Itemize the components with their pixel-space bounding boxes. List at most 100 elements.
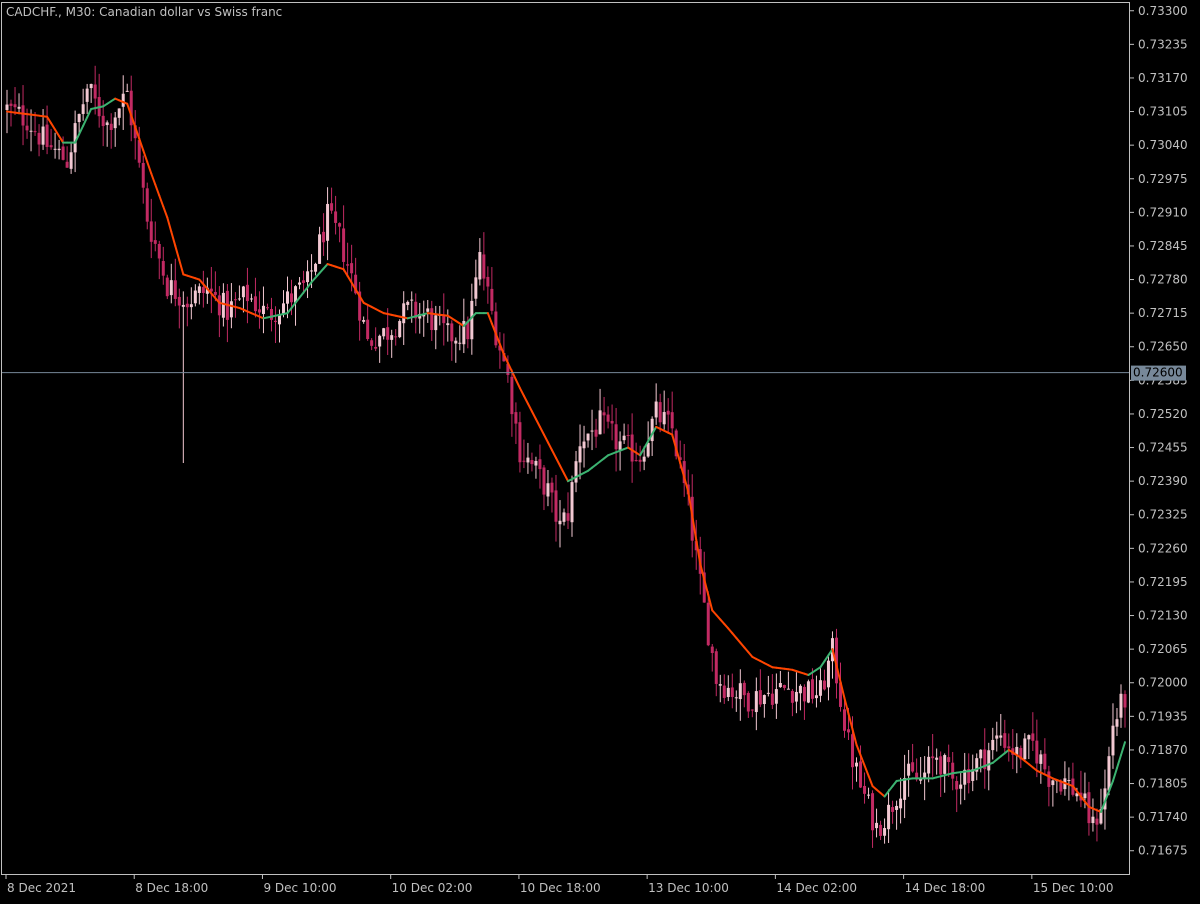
price-tick-label: 0.73235 — [1138, 37, 1188, 51]
candle-body — [814, 695, 818, 699]
chart-header: CADCHF., M30: Canadian dollar vs Swiss f… — [6, 5, 282, 19]
candle-body — [979, 749, 983, 759]
candle-body — [574, 461, 578, 483]
candle-body — [911, 762, 915, 772]
candle-body — [658, 402, 662, 423]
candle-body — [859, 761, 863, 788]
candle-body — [891, 807, 895, 812]
candle-body — [738, 683, 742, 700]
candle-body — [786, 688, 790, 690]
candle-body — [37, 132, 41, 145]
candle-body — [710, 646, 714, 654]
candle-body — [17, 106, 21, 109]
candle-body — [790, 690, 794, 703]
candle-body — [730, 687, 734, 697]
candle-body — [534, 460, 538, 466]
time-tick-label: 10 Dec 18:00 — [520, 881, 601, 895]
candle-body — [851, 734, 855, 768]
candle-body — [101, 115, 105, 127]
price-tick-label: 0.72065 — [1138, 642, 1188, 656]
candle-body — [21, 105, 25, 126]
candle-body — [125, 90, 129, 92]
candle-body — [995, 735, 999, 739]
header-colon: : — [91, 5, 99, 19]
candle-body — [233, 299, 237, 301]
price-tick-label: 0.72845 — [1138, 239, 1188, 253]
candle-body — [1023, 738, 1027, 760]
candle-body — [173, 280, 177, 299]
candle — [165, 274, 169, 300]
candle-body — [245, 284, 249, 302]
candle-body — [157, 243, 161, 259]
candle-body — [169, 280, 173, 296]
price-tick-label: 0.73170 — [1138, 71, 1188, 85]
candle-body — [522, 460, 526, 462]
candle-body — [530, 460, 534, 465]
candle-body — [57, 148, 61, 151]
chart-canvas[interactable]: 0.73300 0.73235 0.73170 0.73105 0.73040 0.729… — [0, 0, 1200, 900]
symbol-description: Canadian dollar vs Swiss franc — [99, 5, 282, 19]
candle-body — [302, 280, 306, 283]
candle-body — [394, 336, 398, 338]
candle-body — [1035, 740, 1039, 764]
candle-body — [25, 125, 29, 131]
candle-body — [326, 203, 330, 241]
candle-body — [546, 483, 550, 497]
candle-body — [446, 323, 450, 326]
candle-body — [390, 335, 394, 340]
candle-body — [378, 335, 382, 347]
candle-body — [374, 346, 378, 349]
candle-body — [470, 300, 474, 340]
candle-body — [338, 223, 342, 227]
price-tick-label: 0.72520 — [1138, 407, 1188, 421]
candle-body — [221, 292, 225, 318]
candle-body — [762, 695, 766, 705]
time-tick-label: 14 Dec 18:00 — [905, 881, 986, 895]
price-tick-label: 0.72390 — [1138, 474, 1188, 488]
candle-body — [61, 146, 65, 160]
candle-body — [614, 424, 618, 450]
price-tick-label: 0.72130 — [1138, 609, 1188, 623]
candle-body — [249, 298, 253, 300]
candle-body — [879, 824, 883, 836]
candle-body — [49, 145, 53, 148]
candle-body — [314, 263, 318, 272]
candle-body — [29, 130, 33, 132]
candle-body — [714, 651, 718, 684]
candle-body — [5, 104, 9, 110]
candle-body — [362, 320, 366, 322]
price-tick-label: 0.72650 — [1138, 340, 1188, 354]
candle-body — [818, 680, 822, 696]
candle-body — [45, 124, 49, 147]
price-chart[interactable]: 0.73300 0.73235 0.73170 0.73105 0.73040 0.729… — [0, 0, 1200, 900]
price-tick-label: 0.71870 — [1138, 743, 1188, 757]
time-tick-label: 15 Dec 10:00 — [1033, 881, 1114, 895]
price-tick-label: 0.72975 — [1138, 172, 1188, 186]
candle-body — [165, 277, 169, 297]
candle-body — [65, 161, 69, 168]
candle-body — [883, 828, 887, 836]
price-tick-label: 0.72455 — [1138, 441, 1188, 455]
candle-body — [955, 781, 959, 790]
candle-body — [847, 729, 851, 733]
candle-body — [1115, 719, 1119, 727]
candle-body — [578, 446, 582, 463]
candle-body — [458, 342, 462, 344]
candle-body — [386, 327, 390, 340]
candle-body — [935, 757, 939, 760]
candle-body — [153, 240, 157, 244]
candle-body — [117, 108, 121, 118]
candle-body — [213, 291, 217, 295]
candle-body — [1107, 756, 1111, 791]
candle-body — [450, 323, 454, 342]
candle-body — [334, 211, 338, 223]
candle-body — [77, 114, 81, 123]
candle-body — [895, 805, 899, 810]
price-tick-label: 0.72000 — [1138, 676, 1188, 690]
candle-body — [13, 104, 17, 108]
candle-body — [510, 376, 514, 415]
time-tick-label: 8 Dec 18:00 — [135, 881, 208, 895]
candle-body — [85, 88, 89, 102]
candle-body — [73, 123, 77, 153]
candle-body — [947, 757, 951, 763]
